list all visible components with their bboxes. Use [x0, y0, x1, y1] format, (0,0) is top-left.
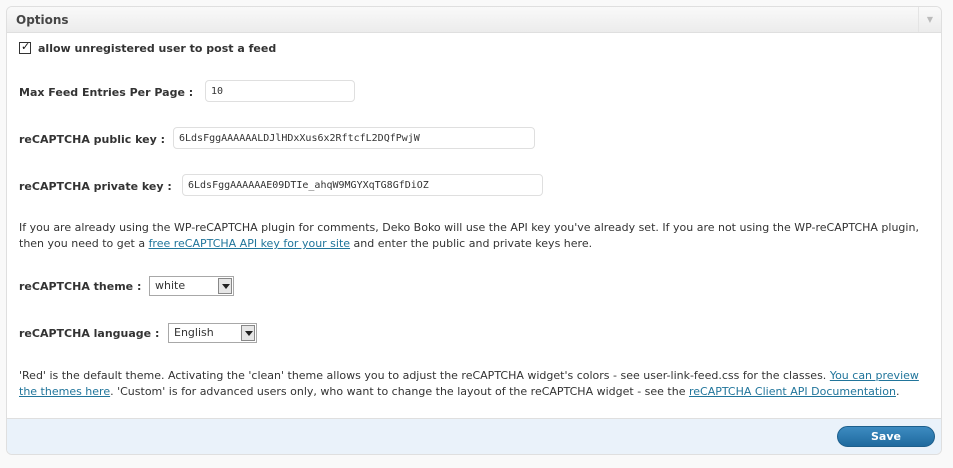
panel-title: Options: [16, 13, 69, 27]
max-feed-label: Max Feed Entries Per Page :: [19, 86, 194, 99]
public-key-input[interactable]: [173, 127, 535, 149]
private-key-input[interactable]: [182, 174, 543, 196]
submit-bar: Save: [7, 418, 941, 454]
chevron-down-icon: [218, 278, 232, 294]
theme-note: 'Red' is the default theme. Activating t…: [19, 368, 931, 400]
api-key-note: If you are already using the WP-reCAPTCH…: [19, 220, 931, 252]
language-label: reCAPTCHA language :: [19, 327, 160, 340]
theme-select[interactable]: white: [149, 276, 234, 296]
theme-label: reCAPTCHA theme :: [19, 280, 142, 293]
theme-note-tail: .: [895, 385, 900, 398]
checkmark-icon: ✓: [21, 40, 31, 53]
theme-selected-value: white: [155, 279, 186, 292]
chevron-down-icon: [241, 325, 255, 341]
private-key-label: reCAPTCHA private key :: [19, 180, 172, 193]
save-button[interactable]: Save: [837, 426, 935, 447]
collapse-toggle-icon[interactable]: ▼: [918, 7, 941, 32]
api-key-note-tail: and enter the public and private keys he…: [350, 237, 593, 250]
allow-unregistered-checkbox[interactable]: ✓: [19, 40, 31, 54]
panel-header: Options ▼: [7, 7, 941, 33]
theme-note-middle: . 'Custom' is for advanced users only, w…: [110, 385, 689, 398]
theme-note-text: 'Red' is the default theme. Activating t…: [19, 369, 830, 382]
options-panel: Options ▼ ✓ allow unregistered user to p…: [6, 6, 942, 455]
public-key-label: reCAPTCHA public key :: [19, 133, 166, 146]
free-api-key-link[interactable]: free reCAPTCHA API key for your site: [149, 237, 351, 250]
allow-unregistered-label[interactable]: allow unregistered user to post a feed: [38, 42, 276, 55]
language-select[interactable]: English: [168, 323, 257, 343]
client-api-docs-link[interactable]: reCAPTCHA Client API Documentation: [689, 385, 896, 398]
language-selected-value: English: [174, 326, 214, 339]
max-feed-input[interactable]: [205, 80, 355, 102]
